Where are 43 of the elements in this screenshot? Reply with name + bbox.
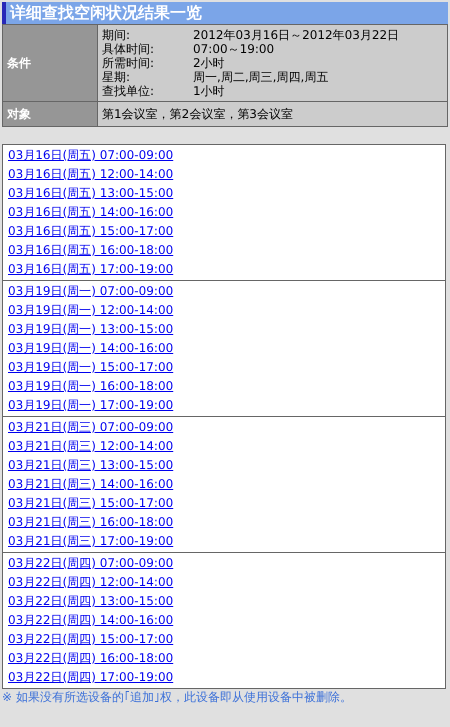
time-slot-link[interactable]: 03月22日(周四) 16:00-18:00 bbox=[8, 649, 174, 668]
time-slot-link[interactable]: 03月21日(周三) 15:00-17:00 bbox=[8, 494, 174, 513]
target-label: 对象 bbox=[3, 102, 98, 126]
time-slot-link[interactable]: 03月21日(周三) 13:00-15:00 bbox=[8, 456, 174, 475]
footnote: ※ 如果没有所选设备的｢追加｣权，此设备即从使用设备中被删除。 bbox=[2, 689, 353, 705]
condition-name: 期间: bbox=[102, 28, 132, 42]
time-slot-link[interactable]: 03月16日(周五) 15:00-17:00 bbox=[8, 222, 174, 241]
time-slot-link[interactable]: 03月21日(周三) 16:00-18:00 bbox=[8, 513, 174, 532]
time-slot-link[interactable]: 03月19日(周一) 14:00-16:00 bbox=[8, 339, 174, 358]
condition-name: 所需时间: bbox=[102, 56, 156, 70]
time-slot-link[interactable]: 03月22日(周四) 15:00-17:00 bbox=[8, 630, 174, 649]
conditions-label: 条件 bbox=[3, 25, 98, 101]
time-slot-link[interactable]: 03月21日(周三) 14:00-16:00 bbox=[8, 475, 174, 494]
time-slot-link[interactable]: 03月19日(周一) 13:00-15:00 bbox=[8, 320, 174, 339]
time-slot-link[interactable]: 03月16日(周五) 12:00-14:00 bbox=[8, 165, 174, 184]
time-slot-link[interactable]: 03月22日(周四) 12:00-14:00 bbox=[8, 573, 174, 592]
time-slot-link[interactable]: 03月22日(周四) 13:00-15:00 bbox=[8, 592, 174, 611]
time-slot-link[interactable]: 03月19日(周一) 07:00-09:00 bbox=[8, 282, 174, 301]
condition-value: 1小时 bbox=[193, 84, 226, 98]
time-slot-link[interactable]: 03月21日(周三) 12:00-14:00 bbox=[8, 437, 174, 456]
time-slot-link[interactable]: 03月19日(周一) 17:00-19:00 bbox=[8, 396, 174, 415]
time-slot-link[interactable]: 03月16日(周五) 14:00-16:00 bbox=[8, 203, 174, 222]
condition-value: 2小时 bbox=[193, 56, 226, 70]
time-slot-link[interactable]: 03月16日(周五) 07:00-09:00 bbox=[8, 146, 174, 165]
target-value: 第1会议室，第2会议室，第3会议室 bbox=[102, 107, 293, 121]
condition-name: 查找单位: bbox=[102, 84, 156, 98]
condition-value: 07:00～19:00 bbox=[193, 42, 276, 56]
page-title: 详细查找空闲状况结果一览 bbox=[2, 2, 448, 24]
time-slot-link[interactable]: 03月21日(周三) 07:00-09:00 bbox=[8, 418, 174, 437]
time-slot-link[interactable]: 03月19日(周一) 15:00-17:00 bbox=[8, 358, 174, 377]
time-slot-link[interactable]: 03月16日(周五) 16:00-18:00 bbox=[8, 241, 174, 260]
condition-name: 具体时间: bbox=[102, 42, 156, 56]
time-slot-link[interactable]: 03月22日(周四) 14:00-16:00 bbox=[8, 611, 174, 630]
time-slot-link[interactable]: 03月16日(周五) 13:00-15:00 bbox=[8, 184, 174, 203]
time-slot-link[interactable]: 03月21日(周三) 17:00-19:00 bbox=[8, 532, 174, 551]
time-slot-link[interactable]: 03月22日(周四) 07:00-09:00 bbox=[8, 554, 174, 573]
condition-value: 周一,周二,周三,周四,周五 bbox=[193, 70, 330, 84]
time-slot-link[interactable]: 03月22日(周四) 17:00-19:00 bbox=[8, 668, 174, 687]
time-slot-link[interactable]: 03月16日(周五) 17:00-19:00 bbox=[8, 260, 174, 279]
condition-name: 星期: bbox=[102, 70, 132, 84]
time-slot-link[interactable]: 03月19日(周一) 12:00-14:00 bbox=[8, 301, 174, 320]
condition-value: 2012年03月16日～2012年03月22日 bbox=[193, 28, 400, 42]
time-slot-link[interactable]: 03月19日(周一) 16:00-18:00 bbox=[8, 377, 174, 396]
